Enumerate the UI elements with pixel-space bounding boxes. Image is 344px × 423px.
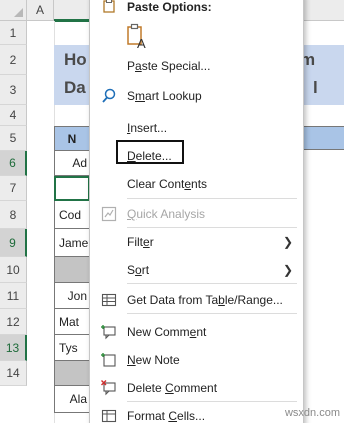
row-header-11[interactable]: 11 (0, 283, 27, 309)
context-menu: Paste Options: A Paste Special... Smart … (89, 0, 304, 423)
selected-column-indicator (54, 19, 90, 22)
table-cell[interactable]: Jame (54, 229, 90, 257)
table-cell[interactable]: Mat (54, 309, 90, 335)
delete-comment-icon (100, 379, 118, 397)
comment-icon (100, 323, 118, 341)
search-icon (100, 87, 118, 105)
quick-analysis-icon (100, 205, 118, 223)
new-note-item[interactable]: New Note (90, 347, 303, 373)
menu-separator (127, 313, 297, 314)
delete-comment-item[interactable]: Delete Comment (90, 375, 303, 401)
insert-item[interactable]: Insert... (90, 115, 303, 141)
clear-contents-item[interactable]: Clear Contents (90, 171, 303, 197)
smart-lookup-item[interactable]: Smart Lookup (90, 83, 303, 109)
table-cell[interactable] (54, 257, 90, 283)
title-right-bottom: l (313, 78, 318, 97)
table-cell[interactable]: Ad (54, 151, 90, 176)
paste-special-item[interactable]: Paste Special... (90, 53, 303, 79)
row-header-6[interactable]: 6 (0, 151, 27, 176)
delete-item[interactable]: Delete... (90, 143, 303, 169)
menu-separator (127, 198, 297, 199)
select-all-icon (14, 8, 23, 17)
row-header-5[interactable]: 5 (0, 126, 27, 151)
format-cells-icon (100, 407, 118, 423)
column-header-a[interactable]: A (27, 0, 54, 21)
paste-small-icon (100, 0, 118, 15)
row-header-12[interactable]: 12 (0, 309, 27, 335)
active-cell[interactable] (54, 176, 90, 201)
table-cell[interactable]: Tys (54, 335, 90, 361)
note-icon (100, 351, 118, 369)
table-icon (100, 291, 118, 309)
get-data-item[interactable]: Get Data from Table/Range... (90, 287, 303, 313)
row-header-7[interactable]: 7 (0, 176, 27, 201)
menu-separator (127, 283, 297, 284)
chevron-right-icon: ❯ (282, 263, 293, 277)
table-cell[interactable]: Jon (54, 283, 90, 309)
filter-item[interactable]: Filter ❯ (90, 229, 303, 255)
row-header-3[interactable]: 3 (0, 75, 27, 105)
watermark: wsxdn.com (284, 407, 340, 419)
paste-button[interactable]: A (90, 21, 303, 51)
menu-separator (127, 227, 297, 228)
paste-options-header: Paste Options: (90, 0, 303, 17)
chevron-right-icon: ❯ (282, 235, 293, 249)
table-cell[interactable]: Ala (54, 386, 90, 413)
svg-text:A: A (137, 36, 146, 49)
title-left-top: Ho (64, 50, 87, 69)
format-cells-item[interactable]: Format Cells... (90, 403, 303, 423)
quick-analysis-item: Quick Analysis (90, 201, 303, 227)
select-all-corner[interactable] (0, 0, 27, 21)
clipboard-icon: A (126, 23, 148, 49)
menu-separator (127, 401, 297, 402)
row-header-8[interactable]: 8 (0, 201, 27, 229)
new-comment-item[interactable]: New Comment (90, 319, 303, 345)
table-cell[interactable] (54, 361, 90, 386)
title-left-bottom: Da (64, 78, 86, 97)
row-header-4[interactable]: 4 (0, 105, 27, 126)
spreadsheet: A 1 2 3 4 5 6 7 8 9 10 11 12 13 14 Ho Da m l N Ad Cod… (0, 0, 344, 423)
row-header-2[interactable]: 2 (0, 45, 27, 75)
row-header-1[interactable]: 1 (0, 21, 27, 45)
table-cell[interactable]: Cod (54, 201, 90, 229)
sort-item[interactable]: Sort ❯ (90, 257, 303, 283)
row-header-10[interactable]: 10 (0, 257, 27, 283)
row-header-14[interactable]: 14 (0, 361, 27, 386)
row-header-13[interactable]: 13 (0, 335, 27, 361)
table-header[interactable]: N (54, 126, 90, 151)
row-header-9[interactable]: 9 (0, 229, 27, 257)
